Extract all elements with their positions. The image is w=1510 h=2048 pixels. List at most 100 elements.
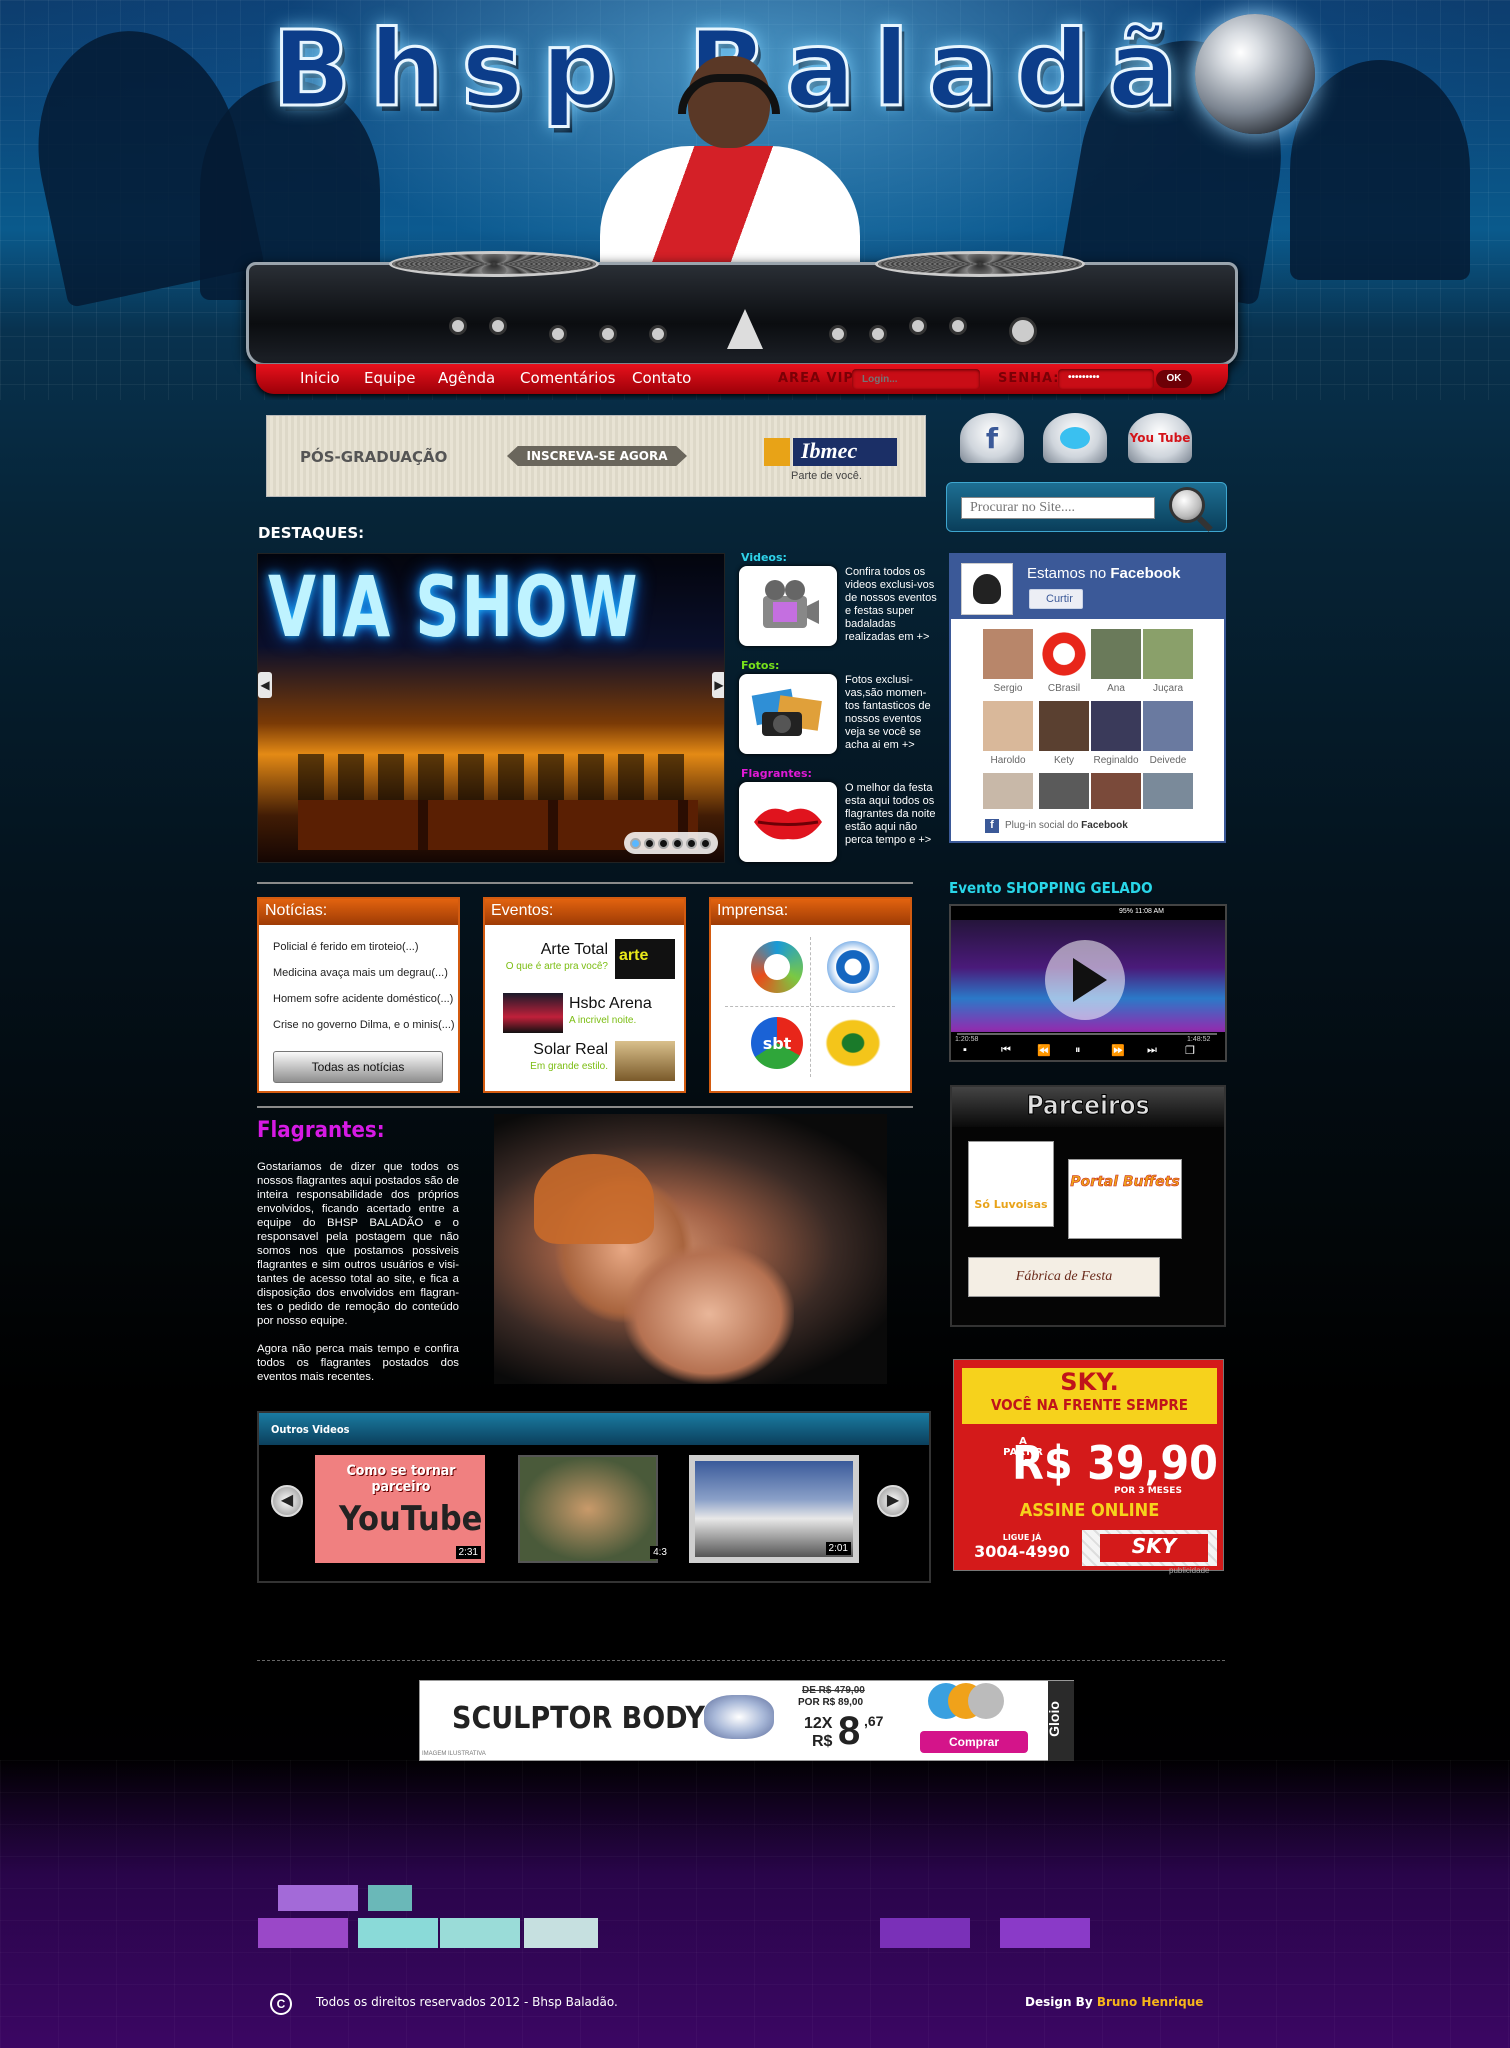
designer-name[interactable]: Bruno Henrique: [1097, 1995, 1204, 2009]
globo-logo-icon[interactable]: [827, 941, 879, 993]
facebook-icon[interactable]: f: [960, 413, 1024, 463]
event-image-solar-real[interactable]: [615, 1041, 675, 1081]
evento-video-player[interactable]: 95% 11:08 AM 1:20:58 1:48:52 ▪ ⏮ ⏪ ⏸ ⏩ ⏭…: [949, 904, 1227, 1062]
event-image-hsbc[interactable]: [503, 993, 563, 1033]
slider-dot[interactable]: [686, 837, 697, 849]
videos-label: Videos:: [741, 551, 787, 564]
ad-currency: R$: [812, 1733, 833, 1750]
play-button[interactable]: [1045, 940, 1125, 1020]
slider-prev-button[interactable]: ◀: [258, 672, 272, 698]
facebook-widget: Estamos no Facebook Curtir Sergio CBrasi…: [949, 553, 1226, 843]
login-input[interactable]: [852, 369, 980, 389]
lock-icon[interactable]: ▪: [963, 1044, 967, 1056]
nav-equipe[interactable]: Equipe: [364, 369, 415, 387]
slider-dot[interactable]: [700, 837, 711, 849]
sky-slogan: VOCÊ NA FRENTE SEMPRE: [990, 1396, 1189, 1414]
fullscreen-icon[interactable]: ❐: [1185, 1044, 1195, 1057]
event-subtitle: Em grande estilo.: [530, 1061, 608, 1072]
fan-avatar[interactable]: [1091, 629, 1141, 679]
skip-back-icon[interactable]: ⏮: [1001, 1044, 1011, 1057]
fan-avatar[interactable]: [1091, 773, 1141, 809]
event-title[interactable]: Solar Real: [533, 1041, 608, 1059]
partner-logo[interactable]: Portal Buffets: [1068, 1159, 1182, 1239]
video-progress[interactable]: [957, 1033, 1217, 1035]
news-item[interactable]: Homem sofre acidente doméstico(...): [273, 993, 453, 1005]
eventos-heading: Eventos:: [485, 899, 684, 925]
fotos-thumb[interactable]: [739, 674, 837, 754]
nav-comentarios[interactable]: Comentários: [520, 369, 615, 387]
buy-button[interactable]: Comprar: [920, 1731, 1028, 1753]
sbt-logo-icon[interactable]: sbt: [751, 1017, 803, 1069]
fb-heading: Estamos no Facebook: [1027, 565, 1180, 582]
fast-forward-icon[interactable]: ⏩: [1111, 1044, 1125, 1057]
disco-ball-image: [1195, 14, 1315, 134]
fb-footer-brand[interactable]: Facebook: [1081, 820, 1128, 831]
all-news-button[interactable]: Todas as notícias: [273, 1051, 443, 1083]
news-item[interactable]: Policial é ferido em tiroteio(...): [273, 941, 419, 953]
event-subtitle: A incrivel noite.: [569, 1015, 637, 1026]
videos-next-button[interactable]: ▶: [877, 1485, 909, 1517]
slider-dot[interactable]: [658, 837, 669, 849]
flagrantes-thumb[interactable]: [739, 782, 837, 862]
video-time-elapsed: 1:20:58: [955, 1036, 979, 1043]
ibmec-ad-banner[interactable]: PÓS-GRADUAÇÃO INSCREVA-SE AGORA Ibmec Pa…: [266, 415, 926, 497]
fan-avatar[interactable]: [1091, 701, 1141, 751]
skip-forward-icon[interactable]: ⏭: [1147, 1044, 1157, 1057]
slider-next-button[interactable]: ▶: [712, 672, 724, 698]
ad-cta-button[interactable]: INSCREVA-SE AGORA: [507, 446, 687, 466]
videos-prev-button[interactable]: ◀: [271, 1485, 303, 1517]
facebook-small-icon: f: [985, 819, 999, 833]
nav-inicio[interactable]: Inicio: [300, 369, 340, 387]
fan-avatar[interactable]: [1039, 629, 1089, 679]
sculptor-ad-banner[interactable]: SCULPTOR BODY DE R$ 479,00 POR R$ 89,00 …: [419, 1680, 1074, 1761]
fan-avatar[interactable]: [1143, 629, 1193, 679]
partner-logo[interactable]: Fábrica de Festa: [968, 1257, 1160, 1297]
ad-posgrad-text: PÓS-GRADUAÇÃO: [300, 448, 448, 466]
fan-avatar[interactable]: [1143, 701, 1193, 751]
video-thumb[interactable]: 2:01: [689, 1455, 859, 1563]
youtube-icon[interactable]: You Tube: [1128, 413, 1192, 463]
fotos-label: Fotos:: [741, 659, 780, 672]
slider-dot[interactable]: [672, 837, 683, 849]
sky-logo: SKY: [1100, 1534, 1208, 1562]
password-input[interactable]: •••••••••: [1058, 369, 1154, 389]
sky-ad-banner[interactable]: SKY. VOCÊ NA FRENTE SEMPRE A PARTIR DE R…: [953, 1359, 1225, 1575]
video-thumb[interactable]: Como se tornar parceiro YouTube 2:31: [315, 1455, 485, 1563]
login-ok-button[interactable]: OK: [1156, 370, 1192, 388]
fan-avatar[interactable]: [1039, 773, 1089, 809]
event-title[interactable]: Hsbc Arena: [569, 995, 652, 1013]
slider-dot[interactable]: [630, 837, 641, 849]
news-item[interactable]: Crise no governo Dilma, e o minis(...): [273, 1019, 455, 1031]
band-logo-icon[interactable]: [823, 1017, 883, 1069]
fb-heading-brand[interactable]: Facebook: [1110, 565, 1180, 582]
fan-avatar[interactable]: [983, 701, 1033, 751]
news-item[interactable]: Medicina avaça mais um degrau(...): [273, 967, 448, 979]
sky-cta[interactable]: ASSINE ONLINE: [954, 1500, 1225, 1521]
destaques-slider[interactable]: VIA SHOW ◀ ▶: [257, 553, 725, 863]
nav-agenda[interactable]: Agênda: [438, 369, 495, 387]
rewind-icon[interactable]: ⏪: [1037, 1044, 1051, 1057]
videos-thumb[interactable]: [739, 566, 837, 646]
search-input[interactable]: [961, 497, 1155, 519]
partner-logo[interactable]: Só Luvoisas: [968, 1141, 1054, 1227]
fan-avatar[interactable]: [1143, 773, 1193, 809]
ad-cents: ,67: [864, 1713, 884, 1729]
design-credit: Design By Bruno Henrique: [1025, 1995, 1203, 2009]
event-image-arte-total[interactable]: arte: [615, 939, 675, 979]
record-logo-icon[interactable]: [751, 941, 803, 993]
flagrantes-photo[interactable]: [494, 1114, 887, 1384]
fb-like-button[interactable]: Curtir: [1029, 589, 1083, 609]
twitter-icon[interactable]: [1043, 413, 1107, 463]
video-camera-icon: [763, 580, 819, 628]
fan-avatar[interactable]: [1039, 701, 1089, 751]
slider-dot[interactable]: [644, 837, 655, 849]
fan-avatar[interactable]: [983, 773, 1033, 809]
pause-icon[interactable]: ⏸: [1075, 1044, 1081, 1057]
video-thumb[interactable]: 4:3: [518, 1455, 670, 1563]
event-title[interactable]: Arte Total: [541, 941, 608, 959]
nav-contato[interactable]: Contato: [632, 369, 691, 387]
fan-avatar[interactable]: [983, 629, 1033, 679]
video-duration: 2:31: [455, 1546, 481, 1559]
badge-icon: [968, 1683, 1004, 1719]
page-avatar[interactable]: [961, 563, 1013, 615]
